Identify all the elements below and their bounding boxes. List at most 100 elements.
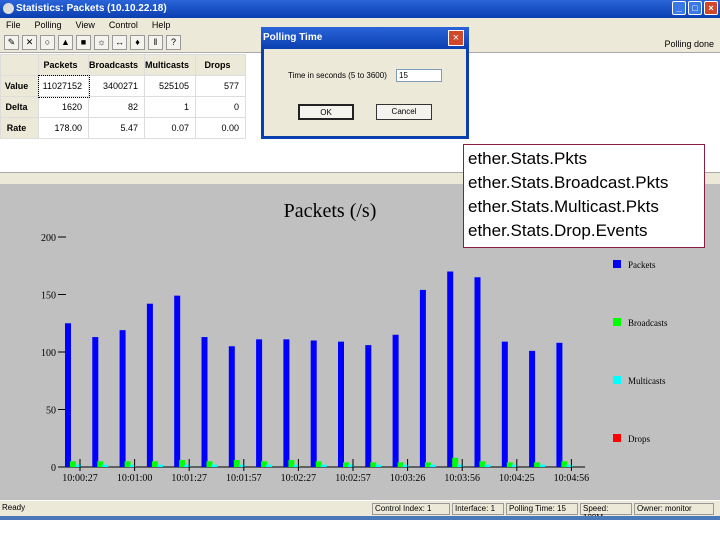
bar-packets — [474, 277, 481, 467]
bar-packets — [529, 350, 536, 467]
column-header[interactable] — [0, 54, 39, 76]
taskbar-edge — [0, 516, 720, 520]
table-cell[interactable]: 0 — [195, 96, 247, 118]
legend-label: Drops — [628, 434, 650, 444]
delete-icon[interactable]: ✕ — [22, 35, 37, 50]
bar-packets — [338, 341, 344, 467]
bar-multicasts — [484, 464, 491, 467]
table-cell[interactable]: 5.47 — [87, 117, 146, 139]
save-icon[interactable]: ■ — [76, 35, 91, 50]
bar-packets — [146, 303, 153, 467]
y-tick-label: 100 — [41, 348, 56, 359]
ok-button[interactable]: OK — [298, 104, 354, 120]
x-tick-label: 10:04:25 — [499, 473, 535, 484]
status-speed: Speed: 100M — [580, 503, 632, 522]
bell-icon[interactable]: ☼ — [94, 35, 109, 50]
menu-file[interactable]: File — [6, 20, 21, 33]
time-input[interactable] — [396, 69, 442, 82]
bar-packets — [65, 323, 71, 467]
table-cell[interactable]: 577 — [195, 75, 247, 97]
x-tick-label: 10:04:56 — [554, 473, 590, 484]
menu-control[interactable]: Control — [109, 20, 138, 33]
bar-multicasts — [375, 464, 382, 467]
x-tick-label: 10:01:57 — [226, 473, 262, 484]
refresh-icon[interactable]: ○ — [40, 35, 55, 50]
bar-multicasts — [156, 464, 163, 467]
bar-packets — [283, 339, 290, 467]
close-button[interactable]: × — [704, 1, 718, 15]
column-header[interactable]: Multicasts — [144, 54, 197, 76]
cancel-button[interactable]: Cancel — [376, 104, 432, 120]
menu-polling[interactable]: Polling — [35, 20, 62, 33]
app-icon — [3, 3, 14, 14]
bar-packets — [92, 337, 99, 467]
x-tick-label: 10:03:56 — [444, 473, 480, 484]
bar-packets — [419, 289, 426, 467]
help-icon[interactable]: ? — [166, 35, 181, 50]
bar-multicasts — [266, 464, 273, 467]
y-tick-label: 50 — [46, 406, 56, 417]
window-title: Statistics: Packets (10.10.22.18) — [16, 3, 167, 14]
polling-time-dialog: Polling Time × Time in seconds (5 to 360… — [261, 27, 469, 139]
menu-help[interactable]: Help — [152, 20, 171, 33]
bar-multicasts — [539, 464, 546, 467]
legend-swatch — [613, 260, 621, 268]
bar-multicasts — [102, 464, 109, 467]
status-polling-time: Polling Time: 15 — [506, 503, 578, 515]
row-header: Delta — [0, 96, 39, 118]
table-cell[interactable]: 11027152 — [37, 74, 90, 98]
chart-icon[interactable]: ▲ — [58, 35, 73, 50]
table-cell[interactable]: 1620 — [38, 96, 89, 118]
table-cell[interactable]: 1 — [144, 96, 197, 118]
annotation-line: ether.Stats.Broadcast.Pkts — [468, 173, 669, 192]
status-control-index: Control Index: 1 — [372, 503, 450, 515]
legend-label: Multicasts — [628, 376, 666, 386]
legend-swatch — [613, 434, 621, 442]
legend-swatch — [613, 376, 621, 384]
dialog-close-button[interactable]: × — [448, 30, 464, 46]
status-owner: Owner: monitor — [634, 503, 714, 515]
column-header[interactable]: Packets — [38, 54, 89, 76]
bar-packets — [392, 334, 399, 467]
row-header: Value — [0, 75, 39, 97]
table-row: Rate 178.00 5.47 0.07 0.00 — [0, 117, 247, 139]
legend-swatch — [613, 318, 621, 326]
maximize-button[interactable]: □ — [688, 1, 702, 15]
edit-icon[interactable]: ✎ — [4, 35, 19, 50]
dialog-title: Polling Time — [261, 27, 469, 49]
annotation-box: ether.Stats.Pkts ether.Stats.Broadcast.P… — [463, 144, 705, 248]
y-tick-label: 0 — [51, 463, 56, 474]
bar-packets — [447, 271, 454, 467]
annotation-line: ether.Stats.Pkts — [468, 149, 588, 168]
title-bar: Statistics: Packets (10.10.22.18) _ □ × — [0, 0, 720, 18]
minimize-button[interactable]: _ — [672, 1, 686, 15]
x-tick-label: 10:02:57 — [335, 473, 371, 484]
table-cell[interactable]: 0.07 — [144, 117, 197, 139]
bar-packets — [365, 345, 372, 467]
table-cell[interactable]: 3400271 — [87, 75, 146, 97]
column-header[interactable]: Drops — [195, 54, 247, 76]
menu-view[interactable]: View — [76, 20, 95, 33]
network-icon[interactable]: ↔ — [112, 35, 127, 50]
bar-packets — [310, 340, 317, 467]
table-row: Delta 1620 82 1 0 — [0, 96, 247, 118]
x-tick-label: 10:01:27 — [171, 473, 207, 484]
table-cell[interactable]: 82 — [87, 96, 146, 118]
x-tick-label: 10:03:26 — [390, 473, 426, 484]
bar-packets — [201, 337, 208, 467]
stats-icon[interactable]: ‖ — [148, 35, 163, 50]
host-icon[interactable]: ♦ — [130, 35, 145, 50]
status-interface: Interface: 1 — [452, 503, 504, 515]
bar-multicasts — [320, 464, 327, 467]
polling-status: Polling done — [664, 39, 714, 49]
table-cell[interactable]: 0.00 — [195, 117, 247, 139]
column-header[interactable]: Broadcasts — [87, 54, 146, 76]
status-bar: Ready Control Index: 1 Interface: 1 Poll… — [0, 501, 720, 522]
table-cell[interactable]: 525105 — [144, 75, 197, 97]
chart-title: Packets (/s) — [284, 200, 377, 222]
legend-label: Packets — [628, 260, 656, 270]
x-tick-label: 10:02:27 — [281, 473, 317, 484]
table-row: Value 11027152 3400271 525105 577 — [0, 74, 247, 98]
table-cell[interactable]: 178.00 — [38, 117, 89, 139]
annotation-line: ether.Stats.Multicast.Pkts — [468, 197, 659, 216]
